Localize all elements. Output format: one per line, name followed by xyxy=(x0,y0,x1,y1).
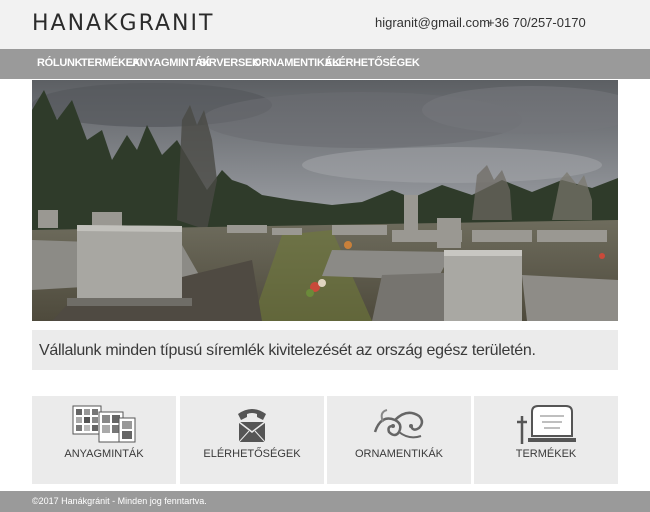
nav-item-sirversek[interactable]: SÍRVERSEK xyxy=(199,57,260,69)
top-bar: HANAKGRANIT higranit@gmail.com +36 70/25… xyxy=(0,0,650,49)
tile-label: ANYAGMINTÁK xyxy=(64,448,144,460)
gravestone-icon xyxy=(474,404,618,444)
site-logo[interactable]: HANAKGRANIT xyxy=(32,11,214,36)
tile-elerhetosegek[interactable]: ELÉRHETŐSÉGEK xyxy=(180,396,324,484)
material-samples-icon xyxy=(32,404,176,444)
tile-anyagmintak[interactable]: ANYAGMINTÁK xyxy=(32,396,176,484)
tagline-banner: Vállalunk minden típusú síremlék kivitel… xyxy=(32,330,618,370)
nav-item-elerhetosegek[interactable]: ELÉRHETŐSÉGEK xyxy=(325,57,420,69)
tile-label: ORNAMENTIKÁK xyxy=(354,448,443,460)
contact-phone[interactable]: +36 70/257-0170 xyxy=(487,15,586,30)
copyright-text: ©2017 Hanákgránit - Minden jog fenntartv… xyxy=(32,496,207,506)
tile-ornamentikak[interactable]: ORNAMENTIKÁK xyxy=(327,396,471,484)
nav-item-rolunk[interactable]: RÓLUNK xyxy=(37,57,83,69)
main-navigation: RÓLUNK TERMÉKEK ANYAGMINTÁK SÍRVERSEK OR… xyxy=(0,49,650,79)
ornament-icon xyxy=(327,404,471,444)
telephone-mail-icon xyxy=(180,404,324,444)
tile-label: ELÉRHETŐSÉGEK xyxy=(203,448,301,460)
hero-image xyxy=(32,80,618,321)
tagline-text: Vállalunk minden típusú síremlék kivitel… xyxy=(39,342,536,359)
footer: ©2017 Hanákgránit - Minden jog fenntartv… xyxy=(0,491,650,512)
tile-label: TERMÉKEK xyxy=(515,448,577,460)
cemetery-photo xyxy=(32,80,618,321)
contact-email[interactable]: higranit@gmail.com xyxy=(375,15,490,30)
tile-termekek[interactable]: TERMÉKEK xyxy=(474,396,618,484)
